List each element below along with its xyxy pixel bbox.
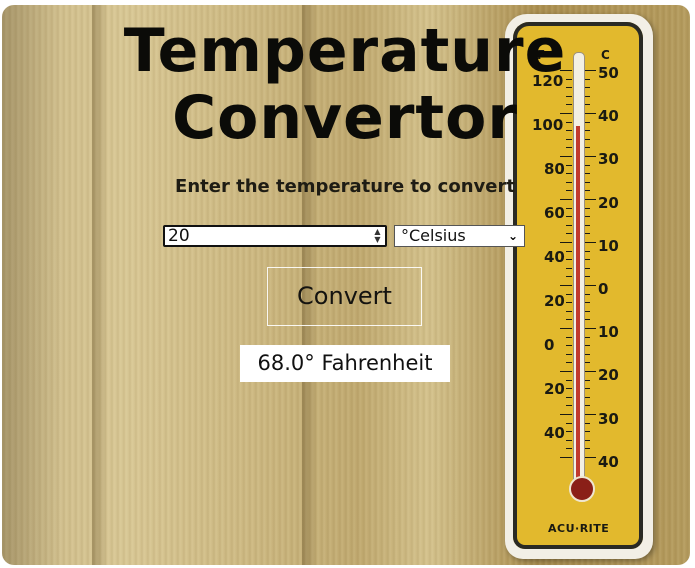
celsius-label: 20 bbox=[598, 366, 619, 385]
scale-tick bbox=[560, 457, 572, 458]
scale-tick bbox=[566, 224, 572, 226]
scale-tick bbox=[566, 388, 572, 390]
scale-tick bbox=[560, 242, 572, 243]
scale-tick bbox=[584, 285, 596, 286]
scale-tick bbox=[566, 216, 572, 218]
scale-tick bbox=[566, 190, 572, 192]
scale-tick bbox=[566, 336, 572, 338]
scale-tick bbox=[584, 199, 596, 200]
celsius-label: 10 bbox=[598, 323, 619, 342]
scale-tick bbox=[566, 379, 572, 381]
scale-tick bbox=[560, 414, 572, 415]
title-line-1: Temperature bbox=[123, 16, 567, 86]
scale-tick bbox=[566, 319, 572, 321]
celsius-label: 40 bbox=[598, 452, 619, 471]
scale-tick bbox=[584, 242, 596, 243]
scale-tick bbox=[566, 439, 572, 441]
scale-tick bbox=[566, 422, 572, 424]
scale-tick bbox=[584, 156, 596, 157]
scale-tick bbox=[560, 156, 572, 157]
scale-tick bbox=[566, 181, 572, 183]
celsius-label: 50 bbox=[598, 64, 619, 82]
scale-tick bbox=[566, 164, 572, 166]
fahrenheit-label: 40 bbox=[544, 248, 565, 266]
fahrenheit-label: 60 bbox=[544, 204, 565, 222]
chevron-down-icon[interactable]: ⌄ bbox=[508, 229, 518, 243]
instruction-text: Enter the temperature to convert bbox=[175, 176, 515, 197]
scale-tick bbox=[566, 396, 572, 398]
number-spinner[interactable]: ▲ ▼ bbox=[371, 228, 384, 244]
celsius-label: 30 bbox=[598, 150, 619, 169]
scale-tick bbox=[566, 173, 572, 175]
unit-select[interactable]: °Celsius bbox=[394, 225, 525, 247]
thermometer-bulb bbox=[569, 476, 595, 502]
scale-tick bbox=[584, 328, 596, 329]
scale-tick bbox=[566, 302, 572, 304]
celsius-header: C bbox=[601, 48, 610, 62]
scale-tick bbox=[566, 431, 572, 433]
scale-tick bbox=[560, 285, 572, 286]
scale-tick bbox=[566, 267, 572, 269]
temperature-input[interactable]: 20 bbox=[163, 225, 387, 247]
scale-tick bbox=[566, 362, 572, 364]
page-title: Temperature Convertor bbox=[90, 18, 600, 152]
convert-button[interactable]: Convert bbox=[267, 267, 422, 326]
celsius-label: 20 bbox=[598, 193, 619, 212]
celsius-label: 40 bbox=[598, 107, 619, 126]
scale-tick bbox=[584, 457, 596, 458]
edge-shade bbox=[2, 5, 62, 565]
scale-tick bbox=[560, 199, 572, 200]
scale-tick bbox=[566, 448, 572, 450]
fahrenheit-label: 40 bbox=[544, 424, 565, 442]
scale-tick bbox=[560, 371, 572, 372]
scale-tick bbox=[566, 250, 572, 252]
scale-tick bbox=[566, 259, 572, 261]
celsius-label: 30 bbox=[598, 409, 619, 428]
spin-down-icon[interactable]: ▼ bbox=[371, 236, 384, 244]
fahrenheit-label: 0 bbox=[544, 336, 555, 354]
unit-select-value: °Celsius bbox=[401, 226, 466, 245]
scale-tick bbox=[566, 310, 572, 312]
celsius-label: 10 bbox=[598, 236, 619, 255]
scale-tick bbox=[566, 207, 572, 209]
fahrenheit-label: 20 bbox=[544, 380, 565, 398]
scale-tick bbox=[566, 345, 572, 347]
scale-tick bbox=[566, 405, 572, 407]
result-output: 68.0° Fahrenheit bbox=[240, 345, 450, 382]
title-line-2: Convertor bbox=[172, 83, 518, 153]
scale-tick bbox=[566, 233, 572, 235]
fahrenheit-label: 20 bbox=[544, 292, 565, 310]
temperature-input-value: 20 bbox=[168, 226, 190, 246]
celsius-label: 0 bbox=[598, 280, 609, 298]
scale-tick bbox=[566, 293, 572, 295]
scale-tick bbox=[584, 414, 596, 415]
scale-tick bbox=[584, 371, 596, 372]
scale-tick bbox=[566, 353, 572, 355]
thermometer-brand: ACU·RITE bbox=[548, 522, 610, 535]
scale-tick bbox=[566, 276, 572, 278]
thermometer-mercury bbox=[576, 126, 580, 488]
scale-tick bbox=[560, 328, 572, 329]
